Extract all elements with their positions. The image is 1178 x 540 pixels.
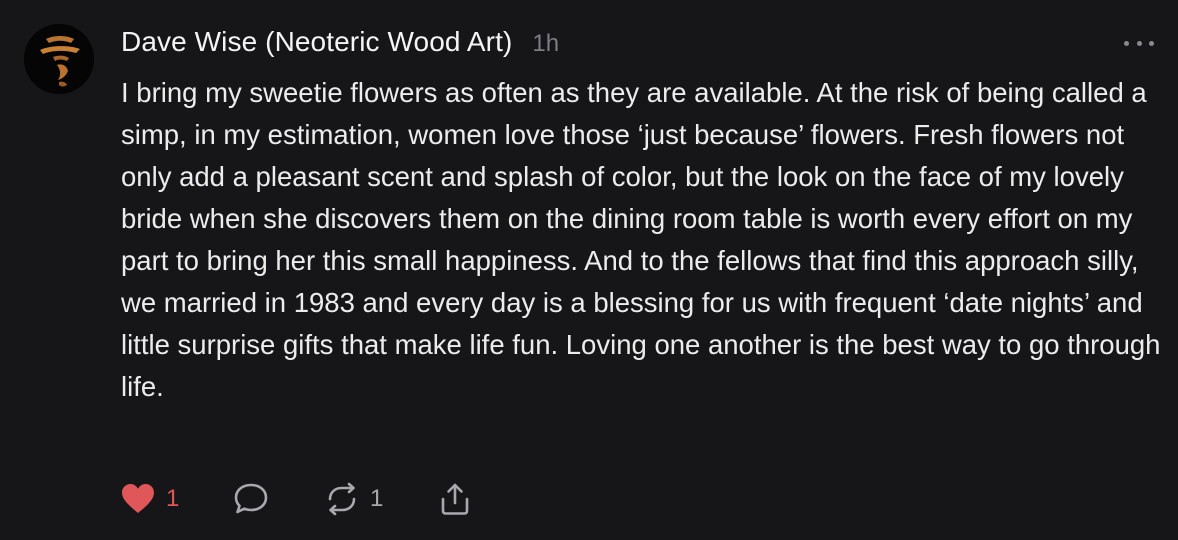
author-name[interactable]: Dave Wise (Neoteric Wood Art) <box>121 26 512 58</box>
more-dot <box>1149 40 1154 46</box>
more-options-button[interactable] <box>1124 36 1154 50</box>
like-button[interactable]: 1 <box>120 482 233 516</box>
like-count: 1 <box>166 485 180 512</box>
timestamp[interactable]: 1h <box>532 30 559 58</box>
repost-count: 1 <box>370 485 384 512</box>
share-button[interactable] <box>437 481 473 517</box>
share-icon <box>441 483 469 515</box>
more-horizontal-icon <box>1124 40 1129 46</box>
avatar-image <box>24 24 94 94</box>
repost-button[interactable]: 1 <box>324 482 437 516</box>
reply-button[interactable] <box>233 482 324 516</box>
heart-icon <box>122 484 154 513</box>
post-text: I bring my sweetie flowers as often as t… <box>121 77 1161 402</box>
repost-icon <box>328 482 356 516</box>
more-dot <box>1136 40 1142 46</box>
post-header: Dave Wise (Neoteric Wood Art) 1h <box>121 26 559 58</box>
action-bar: 1 1 <box>120 478 473 520</box>
comment-bubble-icon <box>234 483 268 514</box>
avatar[interactable] <box>24 24 94 94</box>
